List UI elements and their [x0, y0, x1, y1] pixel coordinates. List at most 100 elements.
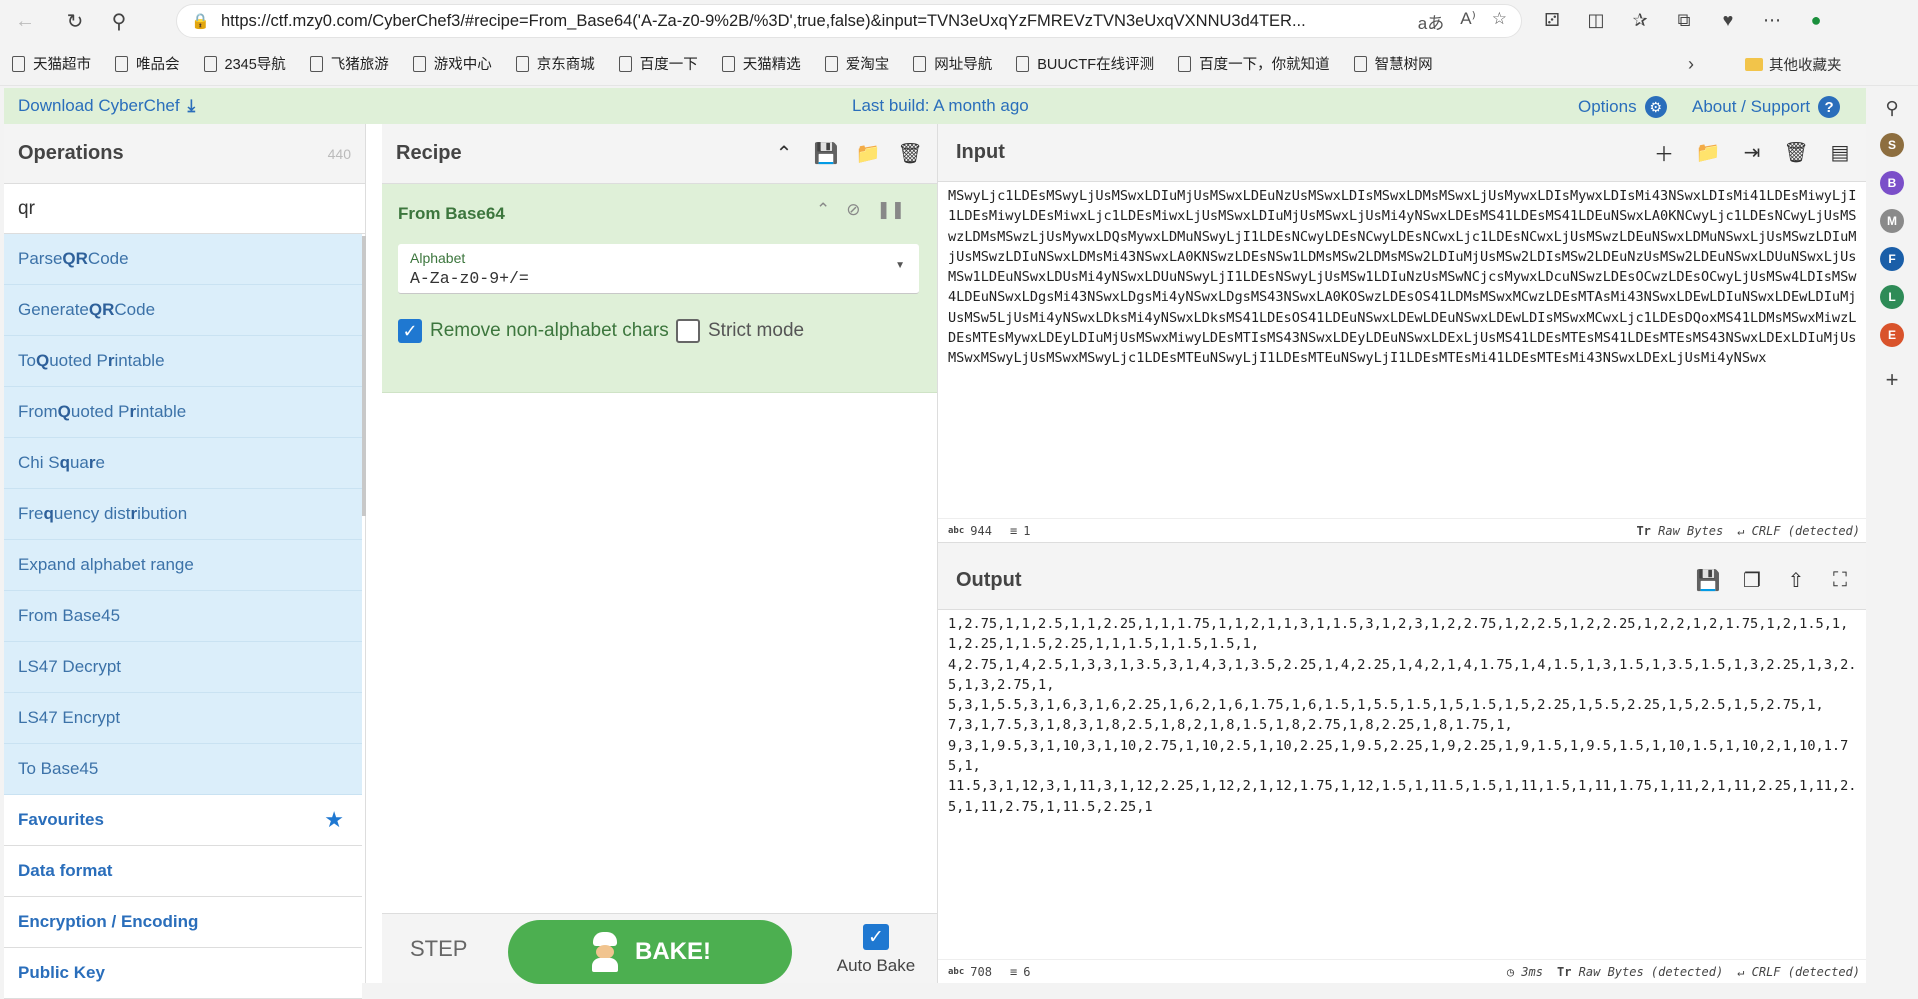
- favorites-icon[interactable]: ✰: [1626, 6, 1654, 34]
- remove-non-alphabet-checkbox[interactable]: ✓ Remove non-alphabet chars: [398, 319, 669, 343]
- output-encoding[interactable]: Tr Raw Bytes (detected): [1557, 965, 1723, 979]
- output-textarea[interactable]: 1,2.75,1,1,2.5,1,1,2.25,1,1,1.75,1,1,2,1…: [938, 610, 1866, 890]
- copilot-icon[interactable]: ●: [1802, 6, 1830, 34]
- bookmark-item[interactable]: 2345导航: [203, 53, 286, 74]
- output-eol[interactable]: ↵ CRLF (detected): [1737, 965, 1860, 979]
- about-support-link[interactable]: About / Support ?: [1692, 96, 1841, 118]
- bookmark-item[interactable]: 网址导航: [913, 53, 992, 74]
- bookmark-item[interactable]: 唯品会: [115, 53, 180, 74]
- step-button[interactable]: STEP: [410, 936, 467, 962]
- bookmark-item[interactable]: 天猫超市: [12, 53, 91, 74]
- copy-icon[interactable]: ❐: [1740, 569, 1764, 593]
- favorite-star-icon[interactable]: ☆: [1492, 9, 1507, 34]
- bookmark-item[interactable]: 京东商城: [515, 53, 595, 74]
- operation-item[interactable]: Chi Sq ua r e: [4, 438, 362, 489]
- trash-icon[interactable]: 🗑: [1783, 141, 1808, 165]
- operation-item[interactable]: Expand alphabet range: [4, 540, 362, 591]
- add-app-icon[interactable]: +: [1886, 367, 1899, 393]
- checkbox-unchecked-icon[interactable]: [676, 319, 700, 343]
- search-box[interactable]: [4, 184, 365, 234]
- translate-icon[interactable]: aあ: [1418, 9, 1444, 34]
- open-file-icon[interactable]: ⇥: [1740, 141, 1764, 165]
- maximize-icon[interactable]: ⛶: [1828, 569, 1852, 593]
- operation-label-part: intable: [136, 402, 187, 421]
- trash-icon[interactable]: 🗑: [897, 143, 922, 165]
- replace-input-icon[interactable]: ⇧: [1784, 569, 1808, 593]
- category-item[interactable]: Encryption / Encoding: [4, 897, 362, 948]
- operation-label-part: ua: [69, 453, 89, 472]
- dropdown-caret-icon[interactable]: ▼: [895, 260, 905, 271]
- operation-item[interactable]: To Quoted Pr intable: [4, 336, 362, 387]
- operation-item[interactable]: From Quoted Pr intable: [4, 387, 362, 438]
- operation-item[interactable]: LS47 Encrypt: [4, 693, 362, 744]
- chevron-up-icon[interactable]: ⌃: [773, 143, 795, 165]
- sidebar-app-avatar[interactable]: E: [1880, 323, 1904, 347]
- lock-icon[interactable]: 🔒: [191, 12, 210, 30]
- collections-icon[interactable]: ⧉: [1670, 6, 1698, 34]
- alphabet-select[interactable]: Alphabet A-Za-z0-9+/= ▼: [398, 244, 919, 294]
- category-item[interactable]: Public Key: [4, 948, 362, 999]
- category-item[interactable]: Data format: [4, 846, 362, 897]
- bookmark-item[interactable]: 天猫精选: [721, 53, 801, 74]
- checkbox-checked-icon[interactable]: ✓: [863, 924, 889, 950]
- operation-item[interactable]: Parse QR Code: [4, 234, 362, 285]
- operation-item[interactable]: Fre q uency dist r ibution: [4, 489, 362, 540]
- operation-item[interactable]: To Base45: [4, 744, 362, 795]
- checkbox-checked-icon[interactable]: ✓: [398, 319, 422, 343]
- bookmark-item[interactable]: 爱淘宝: [824, 53, 889, 74]
- bookmark-item[interactable]: 百度一下，你就知道: [1178, 53, 1330, 74]
- input-eol[interactable]: ↵ CRLF (detected): [1737, 524, 1860, 538]
- split-screen-icon[interactable]: ◫: [1582, 6, 1610, 34]
- bake-button[interactable]: BAKE!: [508, 920, 792, 984]
- read-aloud-icon[interactable]: A⁾: [1460, 9, 1476, 34]
- category-item[interactable]: Favourites ★: [4, 795, 362, 846]
- search-icon[interactable]: ⚲: [104, 6, 134, 36]
- options-link[interactable]: Options ⚙: [1578, 96, 1667, 118]
- refresh-icon[interactable]: ↻: [60, 6, 90, 36]
- operations-count: 440: [327, 145, 351, 162]
- sidebar-app-avatar[interactable]: S: [1880, 133, 1904, 157]
- collapse-chevron-icon[interactable]: ⌃: [816, 200, 830, 220]
- io-divider[interactable]: [938, 542, 1866, 552]
- pause-icon[interactable]: ❚❚: [877, 200, 906, 220]
- operations-scrollbar[interactable]: [362, 236, 366, 516]
- download-cyberchef-link[interactable]: Download CyberChef ⤓: [18, 96, 195, 116]
- auto-bake-checkbox[interactable]: ✓ Auto Bake: [832, 924, 920, 976]
- open-folder-icon[interactable]: 📁: [1696, 141, 1721, 165]
- more-menu-icon[interactable]: ⋯: [1758, 6, 1786, 34]
- add-tab-icon[interactable]: ＋: [1652, 141, 1676, 166]
- bookmark-item[interactable]: 飞猪旅游: [309, 53, 389, 74]
- save-icon[interactable]: 💾: [1696, 569, 1721, 593]
- layout-icon[interactable]: ▤: [1828, 141, 1852, 165]
- chevron-right-icon[interactable]: ›: [1688, 54, 1694, 75]
- input-textarea[interactable]: MSwyLjc1LDEsMSwyLjUsMSwxLDIuMjUsMSwxLDEu…: [938, 182, 1866, 518]
- save-icon[interactable]: 💾: [814, 143, 839, 165]
- input-eol-label: CRLF (detected): [1751, 523, 1860, 538]
- operation-item[interactable]: From Base45: [4, 591, 362, 642]
- bookmark-item[interactable]: 游戏中心: [412, 53, 492, 74]
- sidebar-app-avatar[interactable]: F: [1880, 247, 1904, 271]
- search-icon[interactable]: ⚲: [1885, 98, 1898, 119]
- sidebar-app-avatar[interactable]: B: [1880, 171, 1904, 195]
- disable-icon[interactable]: ⊘: [846, 200, 860, 220]
- sidebar-app-avatar[interactable]: M: [1880, 209, 1904, 233]
- operation-item[interactable]: LS47 Decrypt: [4, 642, 362, 693]
- operation-item[interactable]: Generate QR Code: [4, 285, 362, 336]
- input-encoding[interactable]: Tr Raw Bytes: [1636, 524, 1723, 538]
- bookmark-item[interactable]: BUUCTF在线评测: [1016, 53, 1154, 74]
- search-input[interactable]: [18, 197, 348, 220]
- bookmark-page-icon: [515, 55, 529, 72]
- url-text[interactable]: https://ctf.mzy0.com/CyberChef3/#recipe=…: [221, 12, 1418, 31]
- strict-mode-checkbox[interactable]: Strict mode: [676, 319, 804, 343]
- browser-essentials-icon[interactable]: ♥: [1714, 6, 1742, 34]
- extensions-icon[interactable]: ⚂: [1538, 6, 1566, 34]
- recipe-operation-from-base64[interactable]: From Base64 ⌃ ⊘ ❚❚ Alphabet A-Za-z0-9+/=…: [382, 184, 937, 393]
- address-bar[interactable]: 🔒 https://ctf.mzy0.com/CyberChef3/#recip…: [176, 4, 1522, 38]
- folder-icon[interactable]: 📁: [856, 143, 881, 165]
- other-bookmarks-folder[interactable]: 其他收藏夹: [1745, 54, 1842, 75]
- bookmark-item[interactable]: 智慧树网: [1353, 53, 1433, 74]
- sidebar-app-avatar[interactable]: L: [1880, 285, 1904, 309]
- bookmark-page-icon: [412, 55, 426, 72]
- back-arrow-icon[interactable]: ←: [10, 6, 40, 36]
- bookmark-item[interactable]: 百度一下: [618, 53, 698, 74]
